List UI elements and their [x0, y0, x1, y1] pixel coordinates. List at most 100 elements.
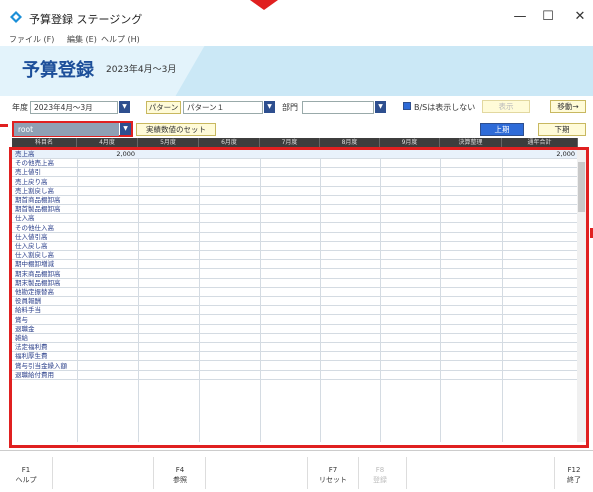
display-button[interactable]: 表示	[482, 100, 530, 113]
account-name: 売上高	[15, 150, 35, 158]
menu-help[interactable]: ヘルプ (H)	[101, 34, 140, 45]
dept-label: 部門	[282, 103, 298, 112]
apr-value[interactable]: 2,000	[77, 150, 135, 158]
dept-select[interactable]	[302, 101, 374, 114]
tree-select[interactable]: root	[14, 123, 119, 136]
table-row[interactable]: 仕入割戻し高	[12, 251, 577, 261]
year-dropdown-icon[interactable]: ▼	[119, 101, 130, 113]
year-select[interactable]: 2023年4月～3月	[30, 101, 118, 114]
account-name: 売上戻り高	[15, 177, 48, 186]
table-row[interactable]: 仕入値引高	[12, 233, 577, 242]
menu-file[interactable]: ファイル (F)	[9, 34, 54, 45]
upper-half-button[interactable]: 上期	[480, 123, 524, 136]
f4-reference-button[interactable]: F4 参照	[160, 465, 200, 485]
table-row[interactable]: 仕入戻し高	[12, 242, 577, 251]
actual-set-button[interactable]: 実績数値のセット	[136, 123, 216, 136]
account-name: 売上割戻し高	[15, 186, 54, 195]
dept-dropdown-icon[interactable]: ▼	[375, 101, 386, 113]
table-body: 売上高 2,000 2,000 その他売上高 売上値引 売上戻り高 売上割戻し高 期首商品棚卸…	[12, 150, 577, 442]
fkey-divider	[153, 457, 154, 489]
pattern-dropdown-icon[interactable]: ▼	[264, 101, 275, 113]
table-row[interactable]: 福利厚生費	[12, 352, 577, 362]
f12-label: 終了	[567, 476, 581, 484]
table-row[interactable]: 他勘定振替高	[12, 288, 577, 297]
f1-label: ヘルプ	[15, 476, 37, 484]
f7-reset-button[interactable]: F7 リセット	[310, 465, 356, 485]
table-row[interactable]: 給料手当	[12, 306, 577, 316]
f8-register-button[interactable]: F8 登録	[362, 465, 398, 485]
account-name: 仕入割戻し高	[15, 251, 54, 260]
table-row[interactable]: その他仕入高	[12, 224, 577, 233]
table-row[interactable]: 雑給	[12, 334, 577, 343]
account-name: その他仕入高	[15, 223, 54, 232]
account-name: 法定福利費	[15, 343, 48, 352]
account-name: 給料手当	[15, 306, 41, 315]
account-name: 期首製品棚卸高	[15, 205, 61, 214]
table-row[interactable]: その他売上高	[12, 159, 577, 169]
callout-arrow-left	[0, 124, 8, 127]
table-row[interactable]: 売上割戻し高	[12, 187, 577, 196]
banner-decoration	[175, 46, 593, 96]
f8-label: 登録	[373, 476, 387, 484]
minimize-button[interactable]: —	[511, 8, 529, 26]
account-name: 売上値引	[15, 168, 41, 177]
menu-edit[interactable]: 編集 (E)	[67, 34, 97, 45]
move-button[interactable]: 移動→	[550, 100, 586, 113]
total-value: 2,000	[556, 150, 575, 158]
f4-label: 参照	[173, 476, 187, 484]
account-name: 期末商品棚卸高	[15, 269, 61, 278]
table-row[interactable]: 売上値引	[12, 168, 577, 178]
fkey-divider	[406, 457, 407, 489]
f1-key: F1	[21, 466, 31, 474]
tree-dropdown-icon[interactable]: ▼	[120, 123, 131, 135]
f12-exit-button[interactable]: F12 終了	[558, 465, 590, 485]
account-name: 期首商品棚卸高	[15, 196, 61, 204]
window-title: 予算登録 ステージング	[29, 13, 143, 26]
lower-half-button[interactable]: 下期	[538, 123, 586, 136]
fkey-divider	[358, 457, 359, 489]
table-row[interactable]: 期首商品棚卸高	[12, 196, 577, 205]
table-row[interactable]: 期末製品棚卸高	[12, 279, 577, 288]
account-name: 福利厚生費	[15, 352, 48, 361]
close-button[interactable]: ✕	[571, 8, 589, 26]
table-row[interactable]: 仕入高	[12, 214, 577, 224]
fkey-divider	[52, 457, 53, 489]
account-name: 仕入値引高	[15, 232, 48, 241]
account-name: 賞与	[15, 315, 28, 324]
pattern-label-button: パターン	[146, 101, 181, 114]
table-row[interactable]: 期末商品棚卸高	[12, 270, 577, 279]
callout-arrow-top	[250, 0, 278, 10]
bs-hide-checkbox[interactable]	[403, 102, 411, 110]
account-name: その他売上高	[15, 159, 54, 168]
table-row[interactable]: 期中棚卸増減	[12, 260, 577, 270]
maximize-button[interactable]: ☐	[539, 8, 557, 26]
fkey-divider	[554, 457, 555, 489]
table-row[interactable]: 期首製品棚卸高	[12, 205, 577, 215]
page-title: 予算登録	[22, 60, 94, 81]
table-row[interactable]: 賞与引当金繰入額	[12, 362, 577, 371]
table-row[interactable]: 法定福利費	[12, 343, 577, 353]
filter-bar: 年度 2023年4月～3月 ▼ パターン パターン１ ▼ 部門 ▼ B/Sは表示…	[12, 99, 587, 119]
account-name: 退職金	[15, 324, 35, 333]
bs-hide-label: B/Sは表示しない	[414, 103, 476, 112]
table-row[interactable]: 売上戻り高	[12, 178, 577, 187]
table-row[interactable]: 賞与	[12, 316, 577, 325]
scrollbar-thumb[interactable]	[578, 162, 585, 212]
account-name: 役員報酬	[15, 297, 41, 306]
menu-bar: ファイル (F) 編集 (E) ヘルプ (H)	[0, 32, 593, 46]
table-row[interactable]: 退職給付費用	[12, 371, 577, 380]
f4-key: F4	[175, 466, 185, 474]
pattern-select[interactable]: パターン１	[183, 101, 263, 114]
app-logo-icon	[10, 11, 22, 23]
f8-key: F8	[375, 466, 385, 474]
f7-label: リセット	[319, 476, 347, 484]
account-name: 退職給付費用	[15, 370, 54, 379]
f1-help-button[interactable]: F1 ヘルプ	[6, 465, 46, 485]
table-row[interactable]: 退職金	[12, 325, 577, 334]
account-name: 期末製品棚卸高	[15, 278, 61, 287]
account-name: 他勘定振替高	[15, 288, 54, 296]
account-name: 仕入高	[15, 214, 35, 223]
table-row[interactable]: 役員報酬	[12, 297, 577, 307]
table-row[interactable]: 売上高 2,000 2,000	[12, 150, 577, 159]
year-label: 年度	[12, 103, 28, 112]
